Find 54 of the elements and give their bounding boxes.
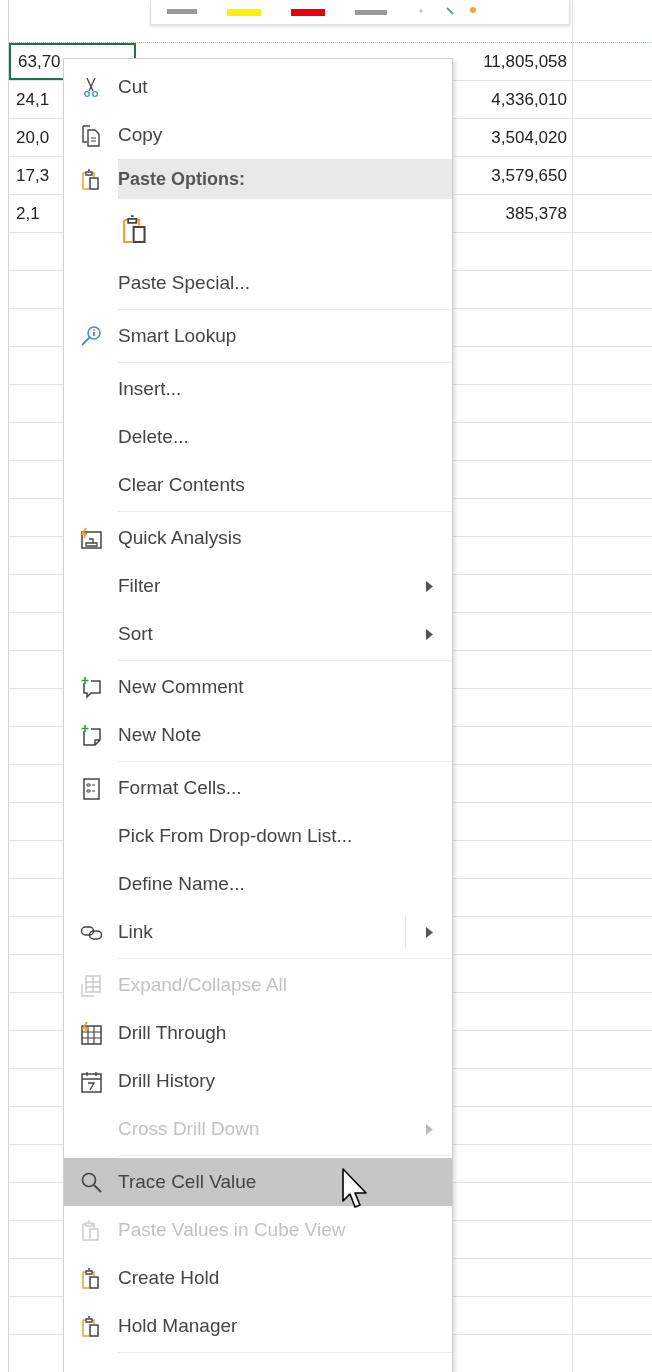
menu-item[interactable]: Pick From Drop-down List... — [64, 812, 452, 860]
note-plus-icon — [80, 723, 102, 747]
menu-item[interactable]: Drill Through — [64, 1009, 452, 1057]
menu-item[interactable]: New Note — [64, 711, 452, 764]
menu-item[interactable]: Trace Cell Value — [64, 1158, 452, 1206]
calendar-icon — [80, 1069, 102, 1093]
submenu-arrow-icon — [425, 628, 433, 640]
menu-item[interactable]: Filter — [64, 562, 452, 610]
submenu-arrow-icon — [425, 1123, 433, 1135]
menu-item[interactable]: Insert... — [64, 365, 452, 413]
cell-value: 11,805,058 — [483, 51, 567, 72]
cell-value: 20,0 — [16, 127, 50, 148]
menu-item[interactable]: Drill History — [64, 1057, 452, 1105]
menu-item[interactable]: Link — [64, 908, 452, 961]
highlight-color-icon[interactable] — [227, 7, 261, 17]
menu-item[interactable]: Define Name... — [64, 860, 452, 908]
menu-item[interactable]: Sort — [64, 610, 452, 663]
submenu-arrow-icon — [425, 926, 433, 938]
menu-item[interactable]: Cut — [64, 63, 452, 111]
analysis-icon — [80, 526, 102, 550]
cell-value: 3,504,020 — [491, 127, 567, 148]
menu-item[interactable]: New Comment — [64, 663, 452, 711]
menu-item[interactable]: Format Cells... — [64, 764, 452, 812]
lookup-icon — [80, 324, 102, 348]
menu-item[interactable]: Clear Contents — [64, 461, 452, 514]
comment-plus-icon — [80, 675, 102, 699]
menu-item[interactable]: Paste Special... — [64, 259, 452, 312]
menu-item[interactable]: Hold Manager — [64, 1302, 452, 1355]
cell-value: 385,378 — [505, 203, 567, 224]
cell-value: 63,70 — [18, 51, 61, 72]
clipboard-icon — [80, 1218, 102, 1242]
cell-value: 4,336,010 — [491, 89, 567, 110]
cell-value: 24,1 — [16, 89, 50, 110]
cell-value: 2,1 — [16, 203, 40, 224]
table-bolt-icon — [80, 1021, 102, 1045]
menu-item[interactable]: Quick Analysis — [64, 514, 452, 562]
menu-item[interactable]: Delete... — [64, 413, 452, 461]
grid-icon — [80, 973, 102, 997]
cell-value: 3,579,650 — [491, 165, 567, 186]
cell-value: 17,3 — [16, 165, 50, 186]
search-icon — [80, 1170, 102, 1194]
menu-item[interactable]: Copy — [64, 111, 452, 159]
font-color-icon[interactable] — [291, 7, 325, 17]
clipboard-icon — [80, 167, 102, 191]
menu-item[interactable]: Create Hold — [64, 1254, 452, 1302]
copy-icon — [80, 123, 102, 147]
submenu-arrow-icon — [425, 580, 433, 592]
section-title: Paste Options: — [118, 159, 452, 199]
clipboard-icon — [80, 1314, 102, 1338]
format-cells-icon — [80, 776, 102, 800]
menu-item[interactable]: Smart Lookup — [64, 312, 452, 365]
line-style-icon[interactable] — [167, 7, 197, 17]
border-icon[interactable] — [355, 7, 387, 17]
clipboard-icon — [80, 1266, 102, 1290]
